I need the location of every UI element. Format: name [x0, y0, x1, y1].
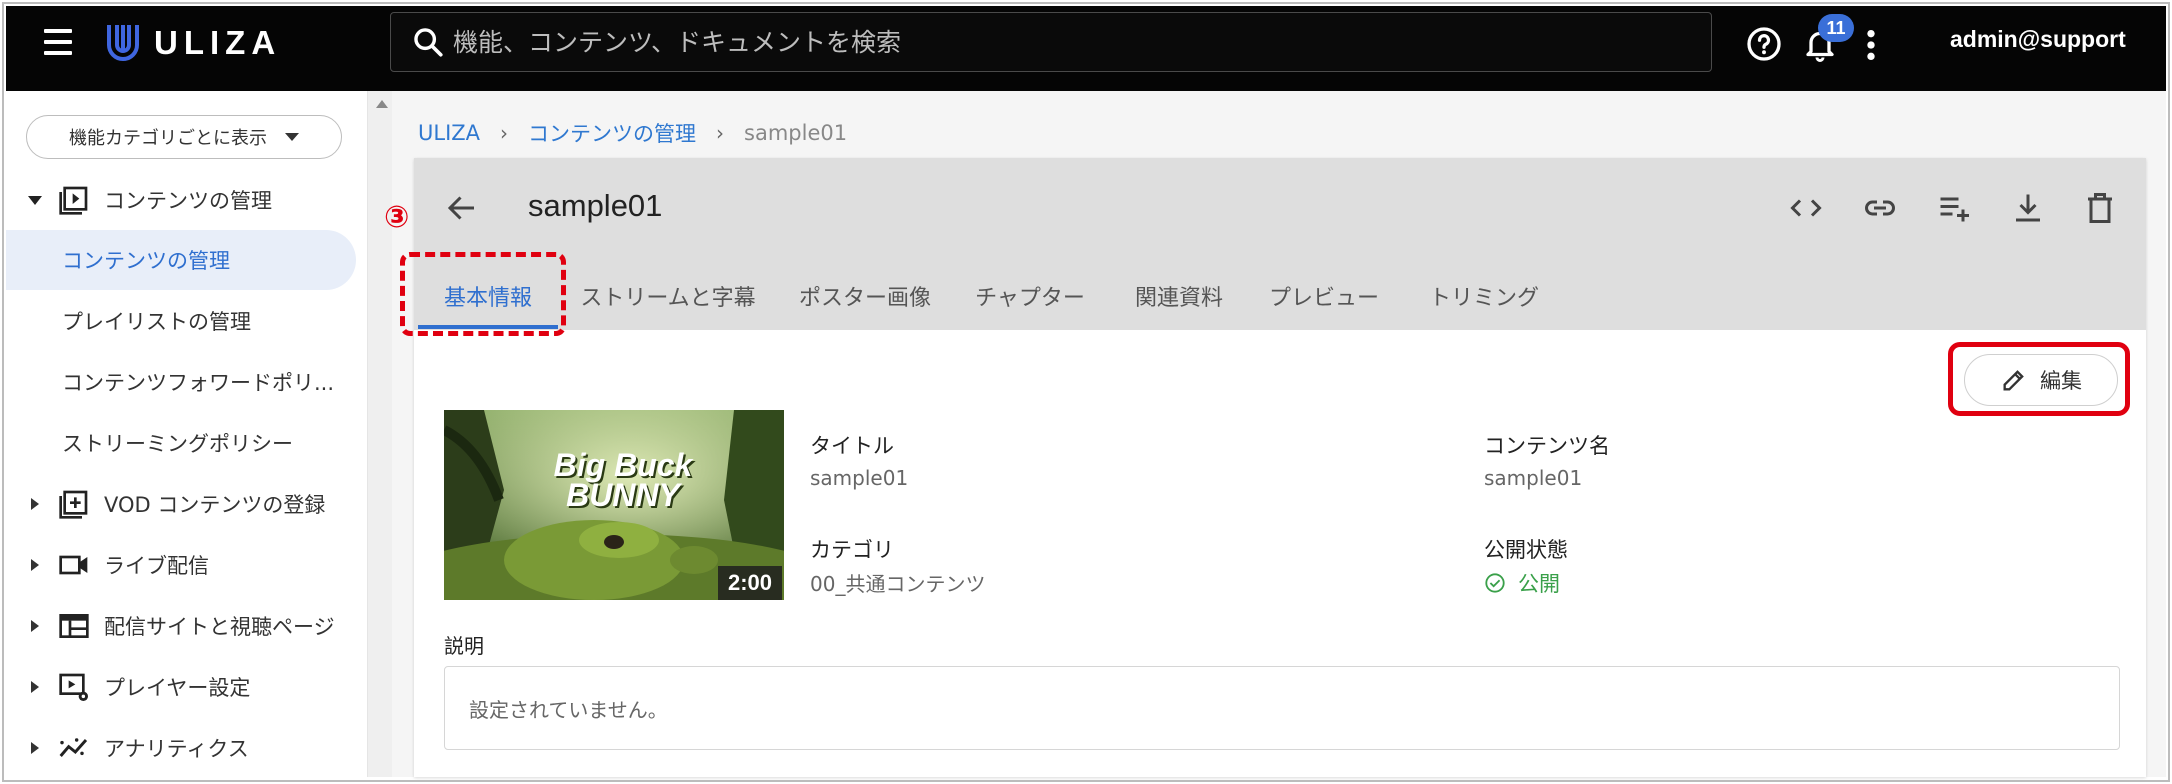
sidebar-item-label: コンテンツの管理 — [104, 189, 272, 213]
expand-arrow-icon — [28, 620, 42, 632]
title-value: sample01 — [810, 466, 909, 490]
thumbnail-logo-line1: Big Buck — [553, 447, 693, 483]
breadcrumb-current: sample01 — [744, 121, 848, 145]
thumbnail-logo-line2: BUNNY — [566, 477, 680, 513]
sidebar-subitem-label: プレイリストの管理 — [62, 310, 251, 334]
embed-code-icon[interactable] — [1788, 190, 1824, 226]
caret-down-icon — [285, 133, 299, 141]
annotation-dashed-highlight — [400, 252, 566, 336]
tab-label: トリミング — [1428, 286, 1539, 311]
playlist-add-icon[interactable] — [1936, 190, 1972, 226]
search-icon — [414, 28, 443, 57]
sidebar-subitem-label: コンテンツフォワードポリ... — [62, 371, 335, 395]
sidebar-subitem-forward-policy[interactable]: コンテンツフォワードポリ... — [6, 352, 356, 412]
annotation-solid-highlight — [1948, 342, 2130, 416]
video-camera-icon — [59, 555, 88, 575]
sidebar-item-label: VOD コンテンツの登録 — [104, 493, 326, 517]
description-label: 説明 — [444, 634, 484, 658]
tab-chapters[interactable]: チャプター — [962, 262, 1098, 330]
sidebar-item-label: ライブ配信 — [104, 554, 209, 578]
web-page-icon — [59, 614, 89, 638]
sidebar-subitem-streaming-policy[interactable]: ストリーミングポリシー — [6, 413, 356, 473]
tab-label: 関連資料 — [1134, 286, 1223, 311]
sidebar-item-distribution-site[interactable]: 配信サイトと視聴ページ — [6, 596, 356, 656]
content-name-label: コンテンツ名 — [1484, 434, 1610, 458]
sidebar-subitem-content-management[interactable]: コンテンツの管理 — [6, 230, 356, 290]
player-settings-icon — [59, 673, 88, 701]
tab-label: ポスター画像 — [798, 286, 931, 311]
annotation-step-number: ③ — [384, 200, 410, 235]
sidebar-scrollbar[interactable] — [368, 91, 392, 777]
description-value: 設定されていません。 — [469, 697, 668, 722]
publish-status-label: 公開状態 — [1484, 538, 1568, 562]
search-bar[interactable] — [390, 12, 1712, 72]
user-account[interactable]: admin@support — [1950, 26, 2126, 53]
expand-arrow-icon — [28, 498, 42, 510]
logo-text: ULIZA — [154, 24, 282, 61]
expand-arrow-icon — [28, 195, 42, 205]
sidebar-item-analytics[interactable]: アナリティクス — [6, 718, 356, 778]
thumbnail-logo: Big Buck BUNNY — [548, 447, 698, 513]
notification-badge: 11 — [1818, 14, 1854, 42]
search-input[interactable] — [445, 13, 1711, 71]
analytics-icon — [59, 738, 88, 757]
expand-arrow-icon — [28, 681, 42, 693]
arrow-back-icon[interactable] — [444, 190, 480, 226]
publish-status: 公開 — [1484, 568, 1560, 598]
uliza-logo-mark — [107, 25, 139, 61]
sidebar-item-label: アナリティクス — [104, 737, 249, 761]
title-label: タイトル — [810, 434, 894, 458]
publish-status-value: 公開 — [1518, 572, 1560, 596]
breadcrumb-section[interactable]: コンテンツの管理 — [528, 118, 696, 148]
category-view-label: 機能カテゴリごとに表示 — [69, 128, 267, 149]
video-duration: 2:00 — [718, 566, 783, 600]
expand-arrow-icon — [28, 559, 42, 571]
tab-label: プレビュー — [1268, 286, 1379, 311]
download-icon[interactable] — [2010, 190, 2046, 226]
tab-label: ストリームと字幕 — [580, 286, 756, 311]
delete-icon[interactable] — [2082, 190, 2118, 226]
sidebar-item-vod-register[interactable]: VOD コンテンツの登録 — [6, 474, 356, 534]
sidebar-subitem-label: コンテンツの管理 — [62, 249, 230, 273]
tab-preview[interactable]: プレビュー — [1262, 262, 1386, 330]
tab-streams-subtitles[interactable]: ストリームと字幕 — [572, 262, 764, 330]
category-label: カテゴリ — [810, 538, 894, 562]
breadcrumb: ULIZA › コンテンツの管理 › sample01 — [418, 118, 847, 148]
category-value: 00_共通コンテンツ — [810, 572, 986, 596]
link-icon[interactable] — [1862, 190, 1898, 226]
play-box-icon — [59, 186, 88, 215]
content-name-value: sample01 — [1484, 466, 1583, 490]
sidebar-item-content-management[interactable]: コンテンツの管理 — [6, 170, 356, 230]
sidebar-subitem-label: ストリーミングポリシー — [62, 432, 293, 456]
tab-poster-image[interactable]: ポスター画像 — [790, 262, 940, 330]
category-view-select[interactable]: 機能カテゴリごとに表示 — [26, 115, 342, 159]
chevron-right-icon: › — [716, 121, 725, 145]
expand-arrow-icon — [28, 742, 42, 754]
sidebar-item-label: 配信サイトと視聴ページ — [104, 615, 335, 639]
more-vert-icon[interactable] — [1864, 28, 1878, 62]
sidebar-item-player-settings[interactable]: プレイヤー設定 — [6, 657, 356, 717]
menu-icon[interactable] — [44, 29, 76, 57]
help-icon[interactable] — [1746, 26, 1782, 62]
uliza-logo[interactable]: ULIZA — [106, 22, 281, 64]
chevron-right-icon: › — [500, 121, 509, 145]
sidebar-item-live[interactable]: ライブ配信 — [6, 535, 356, 595]
breadcrumb-root[interactable]: ULIZA — [418, 121, 480, 145]
page-title: sample01 — [528, 188, 663, 223]
check-circle-icon — [1485, 573, 1505, 593]
tab-label: チャプター — [975, 286, 1085, 311]
tab-trimming[interactable]: トリミング — [1414, 262, 1554, 330]
scroll-up-icon[interactable] — [376, 100, 388, 108]
description-box: 設定されていません。 — [444, 666, 2120, 750]
add-box-icon — [59, 490, 88, 519]
sidebar-item-label: プレイヤー設定 — [104, 676, 251, 700]
sidebar-subitem-playlist[interactable]: プレイリストの管理 — [6, 291, 356, 351]
tab-related-materials[interactable]: 関連資料 — [1122, 262, 1236, 330]
